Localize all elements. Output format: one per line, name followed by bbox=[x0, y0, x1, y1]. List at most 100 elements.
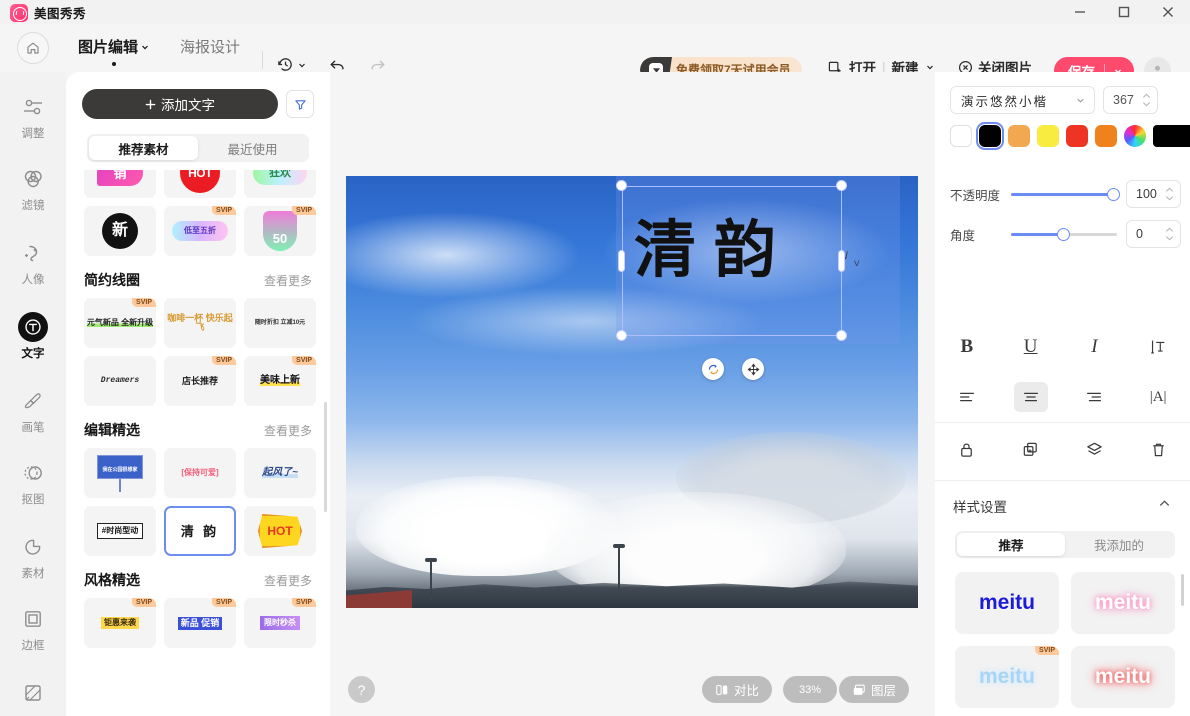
chevron-up-icon[interactable] bbox=[1157, 496, 1172, 516]
material-item[interactable]: HOT bbox=[164, 170, 236, 198]
add-text-button[interactable]: 添加文字 bbox=[82, 89, 278, 119]
stepper-arrows-icon[interactable] bbox=[1165, 227, 1174, 241]
material-scroll-area[interactable]: 销 HOT 狂欢 新 SVIP 低至五折 SVIP 50 简约线圈 查看更多 S… bbox=[66, 170, 330, 716]
sidebar-item-cutout[interactable]: 抠图 bbox=[0, 458, 66, 507]
material-section-more[interactable]: 查看更多 bbox=[264, 422, 312, 439]
material-item[interactable]: SVIP 50 bbox=[244, 206, 316, 256]
resize-handle-right[interactable] bbox=[838, 250, 845, 272]
sidebar-item-portrait[interactable]: 人像 bbox=[0, 238, 66, 287]
angle-value-stepper[interactable]: 0 bbox=[1126, 220, 1181, 248]
material-item[interactable]: SVIP 元气新品 全新升级 bbox=[84, 298, 156, 348]
tab-my-styles[interactable]: 我添加的 bbox=[1065, 533, 1173, 556]
sidebar-item-adjust[interactable]: 调整 bbox=[0, 92, 66, 141]
move-icon[interactable] bbox=[742, 358, 764, 380]
style-item[interactable]: meitu bbox=[955, 572, 1059, 634]
history-icon[interactable] bbox=[277, 56, 307, 73]
sidebar-item-frame[interactable]: 边框 bbox=[0, 604, 66, 653]
stepper-arrows-icon[interactable] bbox=[1165, 187, 1174, 201]
tab-image-edit[interactable]: 图片编辑 bbox=[78, 36, 150, 66]
home-icon[interactable] bbox=[17, 32, 49, 64]
underline-button[interactable]: U bbox=[999, 322, 1063, 372]
material-item[interactable]: SVIP 店长推荐 bbox=[164, 356, 236, 406]
color-swatch-amber[interactable] bbox=[1008, 125, 1030, 147]
material-item[interactable]: HOT bbox=[244, 506, 316, 556]
resize-handle-top-right[interactable] bbox=[836, 180, 847, 191]
align-left-button[interactable] bbox=[935, 372, 999, 422]
material-section-more[interactable]: 查看更多 bbox=[264, 272, 312, 289]
color-swatch-yellow[interactable] bbox=[1037, 125, 1059, 147]
layer-button[interactable] bbox=[1063, 424, 1127, 474]
material-item[interactable]: SVIP 新品 促销 bbox=[164, 598, 236, 648]
minimize-icon[interactable] bbox=[1058, 0, 1102, 24]
tab-recently-used[interactable]: 最近使用 bbox=[198, 136, 307, 160]
font-size-stepper[interactable]: 367 bbox=[1103, 86, 1158, 114]
opacity-slider[interactable] bbox=[1011, 187, 1120, 201]
material-item[interactable]: 我在公园很想家 bbox=[84, 448, 156, 498]
color-swatch-orange[interactable] bbox=[1095, 125, 1117, 147]
style-item[interactable]: meitu bbox=[1071, 646, 1175, 708]
svip-badge: SVIP bbox=[292, 206, 316, 215]
sidebar-item-sticker[interactable]: 素材 bbox=[0, 532, 66, 581]
material-item[interactable]: SVIP 低至五折 bbox=[164, 206, 236, 256]
vertical-text-button[interactable] bbox=[1126, 322, 1190, 372]
material-item[interactable]: [保持可爱] bbox=[164, 448, 236, 498]
delete-button[interactable] bbox=[1126, 424, 1190, 474]
stepper-arrows-icon[interactable] bbox=[1142, 93, 1151, 107]
help-button[interactable]: ? bbox=[348, 676, 375, 703]
zoom-level-button[interactable]: 33% bbox=[783, 676, 838, 703]
align-right-button[interactable] bbox=[1063, 372, 1127, 422]
resize-handle-bottom-right[interactable] bbox=[836, 330, 847, 341]
sidebar-item-text[interactable]: 文字 bbox=[0, 312, 66, 361]
material-item[interactable]: 起风了~ bbox=[244, 448, 316, 498]
panel-scrollbar[interactable] bbox=[324, 402, 327, 512]
current-color-preview[interactable] bbox=[1153, 125, 1190, 147]
material-item[interactable]: #时尚型动 bbox=[84, 506, 156, 556]
sidebar-item-filter[interactable]: 滤镜 bbox=[0, 164, 66, 213]
material-item[interactable]: Dreamers bbox=[84, 356, 156, 406]
style-item[interactable]: meitu bbox=[1071, 572, 1175, 634]
opacity-value-stepper[interactable]: 100 bbox=[1126, 180, 1181, 208]
material-item-label: 清 韵 bbox=[180, 523, 220, 539]
filter-funnel-icon[interactable] bbox=[286, 90, 314, 118]
material-item[interactable]: 新 bbox=[84, 206, 156, 256]
layer-button[interactable]: 图层 bbox=[839, 676, 910, 703]
material-item[interactable]: 销 bbox=[84, 170, 156, 198]
angle-slider[interactable] bbox=[1011, 227, 1117, 241]
compare-button[interactable]: 对比 bbox=[702, 676, 773, 703]
sidebar-item-brush[interactable]: 画笔 bbox=[0, 386, 66, 435]
resize-handle-bottom-left[interactable] bbox=[616, 330, 627, 341]
letter-spacing-button[interactable]: |A| bbox=[1126, 372, 1190, 422]
material-item[interactable]: 咖啡一杯 快乐起飞 bbox=[164, 298, 236, 348]
duplicate-button[interactable] bbox=[999, 424, 1063, 474]
resize-handle-left[interactable] bbox=[618, 250, 625, 272]
rotate-icon[interactable] bbox=[702, 358, 724, 380]
material-item[interactable]: SVIP 钜惠来袭 bbox=[84, 598, 156, 648]
resize-handle-top-left[interactable] bbox=[616, 180, 627, 191]
material-item[interactable]: SVIP 美味上新 bbox=[244, 356, 316, 406]
style-grid-scrollbar[interactable] bbox=[1181, 574, 1184, 606]
color-swatch-white[interactable] bbox=[950, 125, 972, 147]
align-center-button[interactable] bbox=[999, 372, 1063, 422]
material-item[interactable]: SVIP 限时秒杀 bbox=[244, 598, 316, 648]
font-family-select[interactable]: 演示悠然小楷 bbox=[950, 86, 1095, 114]
canvas-photo[interactable]: ᐯ ᐯ 清韵 bbox=[346, 176, 918, 608]
italic-button[interactable]: I bbox=[1063, 322, 1127, 372]
material-section-more[interactable]: 查看更多 bbox=[264, 572, 312, 589]
close-icon[interactable] bbox=[1146, 0, 1190, 24]
bold-button[interactable]: B bbox=[935, 322, 999, 372]
material-item[interactable]: 随时折扣 立减10元 bbox=[244, 298, 316, 348]
lock-button[interactable] bbox=[935, 424, 999, 474]
style-settings-header[interactable]: 样式设置 bbox=[953, 496, 1172, 516]
sidebar-item-mosaic[interactable] bbox=[0, 678, 66, 711]
style-item[interactable]: SVIP meitu bbox=[955, 646, 1059, 708]
color-wheel-icon[interactable] bbox=[1124, 125, 1146, 147]
tab-poster-design[interactable]: 海报设计 bbox=[180, 36, 240, 57]
tab-recommended-materials[interactable]: 推荐素材 bbox=[89, 136, 198, 160]
material-item[interactable]: 狂欢 bbox=[244, 170, 316, 198]
color-swatch-black[interactable] bbox=[975, 121, 1005, 151]
color-swatch-red[interactable] bbox=[1066, 125, 1088, 147]
tab-recommended-styles[interactable]: 推荐 bbox=[957, 533, 1065, 556]
maximize-icon[interactable] bbox=[1102, 0, 1146, 24]
material-item-selected[interactable]: 清 韵 bbox=[164, 506, 236, 556]
text-selection-box[interactable] bbox=[622, 186, 842, 336]
